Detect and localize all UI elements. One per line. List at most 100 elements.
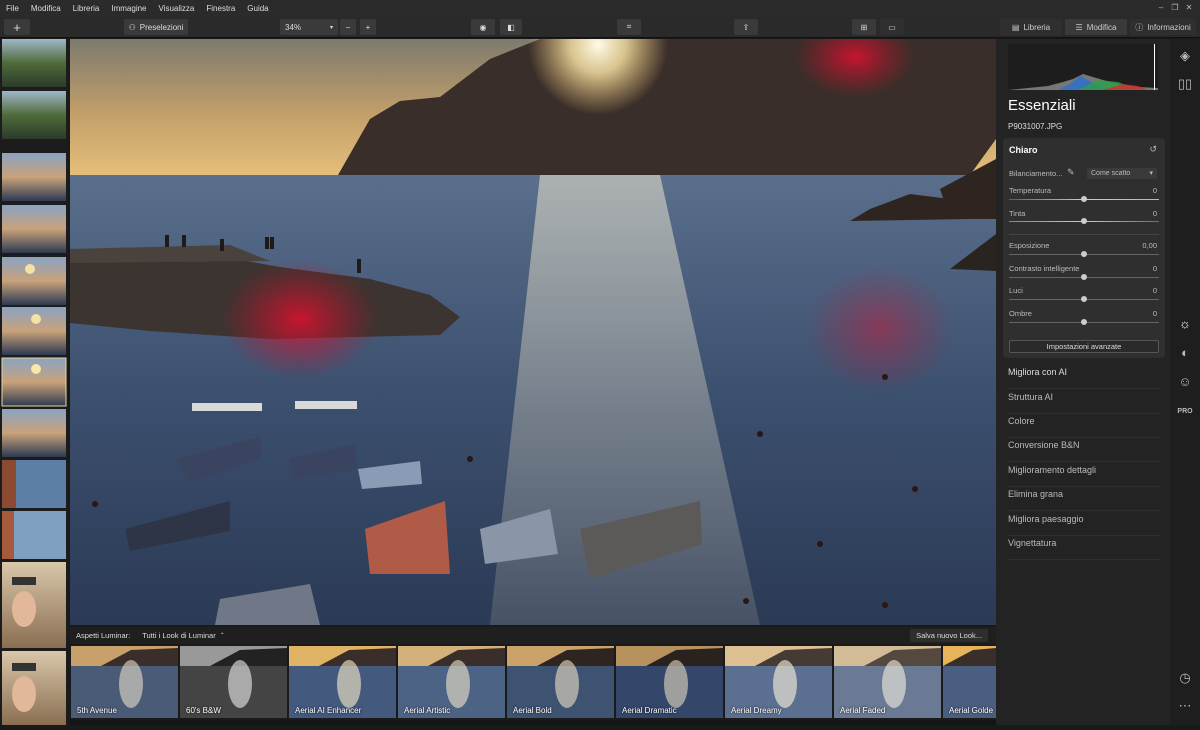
- thumbnail[interactable]: [2, 562, 66, 648]
- menu-window[interactable]: Finestra: [200, 4, 241, 13]
- minimize-icon[interactable]: –: [1156, 4, 1166, 12]
- smart-contrast-slider-knob[interactable]: [1081, 274, 1087, 280]
- menu-library[interactable]: Libreria: [67, 4, 106, 13]
- photo-canvas[interactable]: [70, 39, 996, 625]
- temperature-label: Temperatura: [1009, 186, 1052, 195]
- looks-filter-select[interactable]: Tutti i Look di Luminar: [142, 631, 216, 640]
- tool-details[interactable]: Miglioramento dettagli: [1008, 463, 1160, 487]
- thumbnail[interactable]: [2, 39, 66, 87]
- save-look-button[interactable]: Salva nuovo Look...: [910, 629, 988, 642]
- menu-edit[interactable]: Modifica: [25, 4, 67, 13]
- maximize-icon[interactable]: ❐: [1170, 4, 1180, 12]
- share-button[interactable]: ⇪: [734, 19, 758, 35]
- menu-image[interactable]: Immagine: [105, 4, 152, 13]
- crop-icon: ⌗: [626, 22, 632, 31]
- grid-view-button[interactable]: ⊞: [852, 19, 876, 35]
- temperature-slider-knob[interactable]: [1081, 196, 1087, 202]
- chevron-up-icon[interactable]: ⌃: [220, 632, 225, 639]
- thumbnail[interactable]: [2, 257, 66, 305]
- grid-icon: ⊞: [860, 22, 868, 32]
- thumbnail[interactable]: [2, 460, 66, 508]
- crop-button[interactable]: ⌗: [617, 19, 641, 35]
- look-item[interactable]: Aerial Bold: [507, 646, 614, 718]
- compare-icon[interactable]: ▯▯: [1177, 76, 1193, 92]
- shadows-slider-knob[interactable]: [1081, 319, 1087, 325]
- compare-button[interactable]: ◧: [500, 19, 522, 35]
- look-item[interactable]: 5th Avenue: [71, 646, 178, 718]
- look-label: 5th Avenue: [77, 706, 117, 715]
- smart-contrast-label: Contrasto intelligente: [1009, 264, 1080, 273]
- clock-icon[interactable]: ◷: [1177, 670, 1193, 686]
- look-item[interactable]: Aerial Artistic: [398, 646, 505, 718]
- eyedropper-icon[interactable]: ✎: [1067, 167, 1075, 178]
- thumbnail[interactable]: [2, 153, 66, 201]
- white-balance-select[interactable]: Come scatto ▾: [1087, 168, 1157, 179]
- look-item[interactable]: 60's B&W: [180, 646, 287, 718]
- thumbnail-selected[interactable]: [1, 357, 67, 407]
- tool-category-bar: ◈ ▯▯ ☼ ◐ ☺ PRO ◷ ⋯: [1170, 39, 1200, 725]
- menu-file[interactable]: File: [0, 4, 25, 13]
- file-name: P9031007.JPG: [1008, 122, 1063, 131]
- preview-button[interactable]: ◉: [471, 19, 495, 35]
- close-icon[interactable]: ✕: [1184, 4, 1194, 12]
- tool-landscape[interactable]: Migliora paesaggio: [1008, 512, 1160, 536]
- tool-ai-enhance[interactable]: Migliora con AI: [1008, 365, 1160, 389]
- exposure-value: 0,00: [1142, 241, 1157, 250]
- layers-icon[interactable]: ◈: [1177, 48, 1193, 64]
- palette-icon[interactable]: ◐: [1177, 345, 1193, 361]
- look-item[interactable]: Aerial Dramatic: [616, 646, 723, 718]
- thumbnail[interactable]: [2, 91, 66, 139]
- thumbnail[interactable]: [2, 651, 66, 725]
- menu-view[interactable]: Visualizza: [153, 4, 201, 13]
- look-item[interactable]: Aerial AI Enhancer: [289, 646, 396, 718]
- info-icon: ⓘ: [1135, 22, 1144, 32]
- histogram: [1008, 44, 1158, 90]
- single-view-button[interactable]: ▭: [880, 19, 904, 35]
- chevron-down-icon: ▾: [1149, 170, 1153, 177]
- exposure-slider-knob[interactable]: [1081, 251, 1087, 257]
- look-item[interactable]: Aerial Dreamy: [725, 646, 832, 718]
- tab-library[interactable]: ▤ Libreria: [1000, 19, 1062, 35]
- looks-scrollbar[interactable]: [70, 720, 996, 725]
- advanced-settings-button[interactable]: Impostazioni avanzate: [1009, 340, 1159, 353]
- tool-ai-structure[interactable]: Struttura AI: [1008, 390, 1160, 414]
- tool-vignette[interactable]: Vignettatura: [1008, 536, 1160, 560]
- tool-denoise[interactable]: Elimina grana: [1008, 487, 1160, 511]
- tab-edit[interactable]: ☰ Modifica: [1065, 19, 1127, 35]
- light-tool-card: Chiaro ↺ Bilanciamento... ✎ Come scatto …: [1003, 138, 1165, 358]
- reset-icon[interactable]: ↺: [1149, 144, 1157, 155]
- panel-title: Essenziali: [1008, 97, 1076, 114]
- look-label: Aerial Dreamy: [731, 706, 782, 715]
- looks-strip: 5th Avenue 60's B&W Aerial AI Enhancer A…: [70, 645, 996, 719]
- zoom-select[interactable]: 34% ▾: [280, 19, 338, 35]
- look-label: Aerial Faded: [840, 706, 886, 715]
- sun-icon[interactable]: ☼: [1177, 316, 1193, 332]
- add-button[interactable]: +: [4, 19, 30, 35]
- shadows-label: Ombre: [1009, 309, 1032, 318]
- highlights-label: Luci: [1009, 286, 1023, 295]
- zoom-out-button[interactable]: −: [340, 19, 356, 35]
- tool-color[interactable]: Colore: [1008, 414, 1160, 438]
- thumbnail[interactable]: [2, 307, 66, 355]
- tab-edit-label: Modifica: [1086, 22, 1117, 32]
- highlights-slider-knob[interactable]: [1081, 296, 1087, 302]
- pro-icon[interactable]: PRO: [1177, 404, 1193, 420]
- look-item[interactable]: Aerial Golde: [943, 646, 996, 718]
- presets-icon: ⚇: [128, 22, 136, 32]
- highlights-value: 0: [1152, 286, 1157, 295]
- tint-slider-knob[interactable]: [1081, 218, 1087, 224]
- eye-icon: ◉: [479, 22, 487, 32]
- more-icon[interactable]: ⋯: [1177, 698, 1193, 714]
- face-icon[interactable]: ☺: [1177, 374, 1193, 390]
- tab-info[interactable]: ⓘ Informazioni: [1130, 19, 1196, 35]
- zoom-in-button[interactable]: +: [360, 19, 376, 35]
- library-icon: ▤: [1011, 22, 1020, 32]
- thumbnail[interactable]: [2, 205, 66, 253]
- white-balance-value: Come scatto: [1091, 170, 1131, 177]
- menu-help[interactable]: Guida: [241, 4, 274, 13]
- presets-button[interactable]: ⚇ Preselezioni: [124, 19, 188, 35]
- thumbnail[interactable]: [2, 409, 66, 457]
- tool-bw-conversion[interactable]: Conversione B&N: [1008, 438, 1160, 462]
- thumbnail[interactable]: [2, 511, 66, 559]
- look-item[interactable]: Aerial Faded: [834, 646, 941, 718]
